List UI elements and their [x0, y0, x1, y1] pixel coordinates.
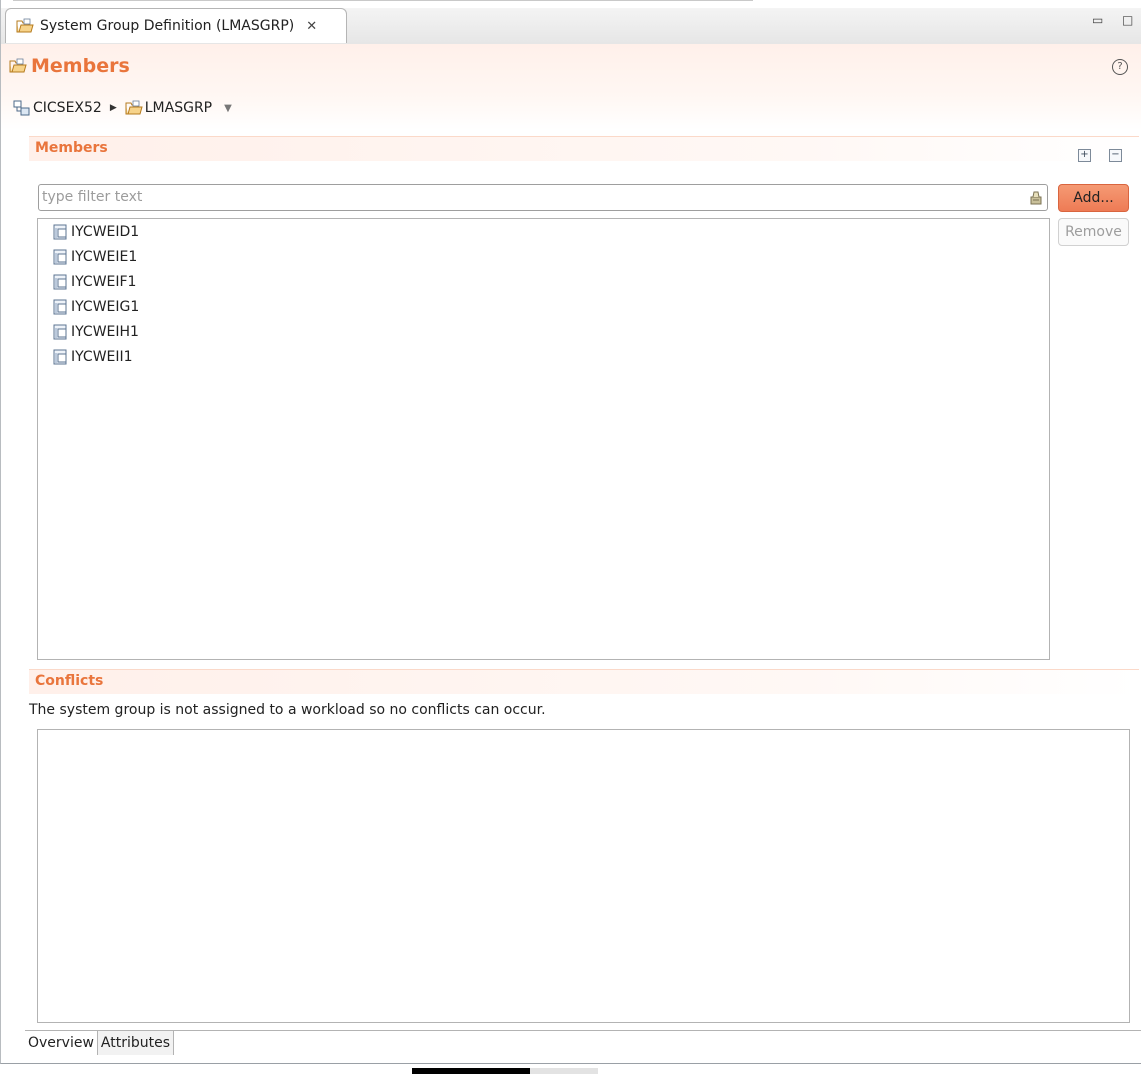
breadcrumb-root[interactable]: CICSEX52 — [33, 100, 102, 116]
conflicts-section-title: Conflicts — [35, 673, 104, 689]
taskbar-fragment — [412, 1068, 530, 1074]
close-icon[interactable]: ✕ — [306, 19, 317, 34]
editor-tab-title: System Group Definition (LMASGRP) — [40, 18, 295, 34]
list-item-label: IYCWEID1 — [71, 224, 140, 240]
filter-placeholder: type filter text — [42, 189, 143, 205]
cicsplex-icon — [13, 100, 30, 116]
remove-button[interactable]: Remove — [1058, 218, 1129, 246]
maximize-icon[interactable]: □ — [1122, 13, 1133, 27]
members-section-title: Members — [35, 140, 108, 156]
tab-attributes[interactable]: Attributes — [97, 1031, 175, 1055]
list-item-label: IYCWEIF1 — [71, 274, 137, 290]
list-item-label: IYCWEIG1 — [71, 299, 140, 315]
members-list[interactable]: IYCWEID1 IYCWEIE1 IYCWEIF1 IYCWEIG1 IYCW… — [37, 218, 1050, 660]
minimize-icon[interactable]: ▭ — [1092, 13, 1103, 27]
list-item-label: IYCWEIH1 — [71, 324, 139, 340]
expand-all-icon[interactable]: + — [1078, 149, 1091, 162]
form-header: Members ? CICSEX52 ▶ LMASGRP ▼ — [1, 44, 1141, 130]
editor-tab[interactable]: System Group Definition (LMASGRP) ✕ — [5, 8, 347, 43]
conflicts-message: The system group is not assigned to a wo… — [29, 702, 546, 718]
system-definition-icon — [53, 224, 67, 240]
list-item-label: IYCWEII1 — [71, 349, 133, 365]
list-item-label: IYCWEIE1 — [71, 249, 138, 265]
list-item[interactable]: IYCWEII1 — [53, 349, 133, 365]
list-item[interactable]: IYCWEIE1 — [53, 249, 137, 265]
system-definition-icon — [53, 274, 67, 290]
page-title: Members — [31, 55, 130, 77]
list-item[interactable]: IYCWEIF1 — [53, 274, 136, 290]
filter-input[interactable]: type filter text — [38, 184, 1048, 211]
system-definition-icon — [53, 349, 67, 365]
list-item[interactable]: IYCWEID1 — [53, 224, 139, 240]
breadcrumb-current[interactable]: LMASGRP — [145, 100, 212, 116]
system-definition-icon — [53, 249, 67, 265]
editor-tab-bar: System Group Definition (LMASGRP) ✕ — [1, 8, 1141, 45]
system-definition-icon — [53, 324, 67, 340]
clear-filter-icon[interactable] — [1029, 189, 1043, 205]
breadcrumb: CICSEX52 ▶ LMASGRP ▼ — [13, 100, 232, 116]
system-definition-icon — [53, 299, 67, 315]
list-item[interactable]: IYCWEIG1 — [53, 299, 139, 315]
taskbar-fragment — [530, 1068, 598, 1074]
tab-overview[interactable]: Overview — [25, 1031, 98, 1055]
system-group-icon — [125, 100, 143, 115]
members-section-header[interactable]: Members — [29, 136, 1139, 161]
divider — [13, 0, 753, 1]
system-group-icon — [16, 18, 34, 33]
chevron-down-icon[interactable]: ▼ — [224, 103, 232, 114]
help-icon[interactable]: ? — [1112, 59, 1128, 75]
conflicts-section-header[interactable]: Conflicts — [29, 669, 1139, 694]
chevron-right-icon: ▶ — [109, 103, 117, 113]
list-item[interactable]: IYCWEIH1 — [53, 324, 139, 340]
conflicts-table[interactable] — [37, 729, 1130, 1023]
system-group-icon — [9, 58, 27, 73]
editor-page-tabs: Overview Attributes — [25, 1030, 1141, 1055]
add-button[interactable]: Add... — [1058, 184, 1129, 212]
collapse-all-icon[interactable]: − — [1109, 149, 1122, 162]
editor-panel: System Group Definition (LMASGRP) ✕ ▭ □ … — [0, 0, 1141, 1064]
